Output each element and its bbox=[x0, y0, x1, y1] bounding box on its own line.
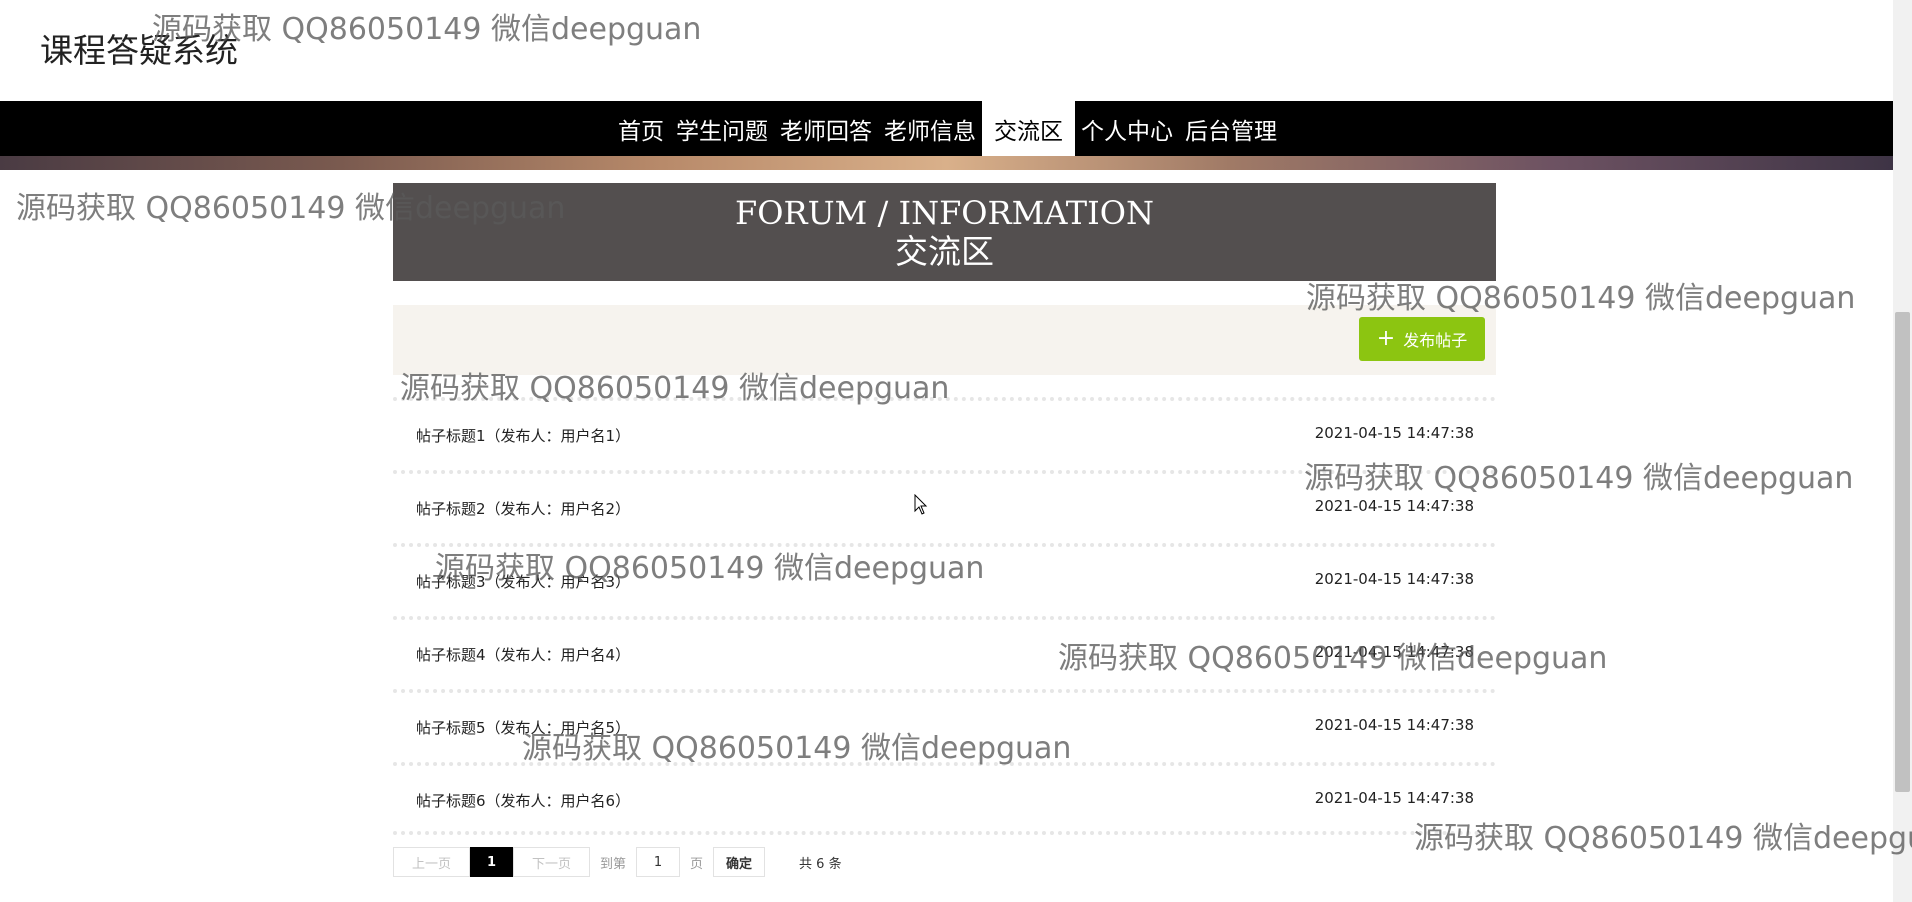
current-page-button[interactable]: 1 bbox=[470, 847, 513, 877]
post-title[interactable]: 帖子标题4（发布人：用户名4） bbox=[416, 644, 630, 665]
post-time: 2021-04-15 14:47:38 bbox=[1314, 570, 1474, 588]
prev-page-button[interactable]: 上一页 bbox=[393, 847, 470, 877]
post-row[interactable]: 帖子标题2（发布人：用户名2） 2021-04-15 14:47:38 bbox=[393, 470, 1496, 543]
post-time: 2021-04-15 14:47:38 bbox=[1314, 643, 1474, 661]
mouse-cursor-icon bbox=[914, 494, 928, 515]
forum-header: FORUM / INFORMATION 交流区 bbox=[393, 183, 1496, 281]
post-title[interactable]: 帖子标题3（发布人：用户名3） bbox=[416, 571, 630, 592]
scrollbar-thumb[interactable] bbox=[1895, 312, 1910, 792]
post-title[interactable]: 帖子标题1（发布人：用户名1） bbox=[416, 425, 630, 446]
goto-label: 到第 bbox=[600, 856, 627, 872]
nav-item-teacher-info[interactable]: 老师信息 bbox=[878, 101, 982, 156]
publish-post-label: 发布帖子 bbox=[1403, 331, 1468, 350]
banner-image bbox=[0, 156, 1893, 170]
total-count: 共 6 条 bbox=[799, 856, 842, 872]
goto-confirm-button[interactable]: 确定 bbox=[713, 847, 766, 877]
nav-item-forum[interactable]: 交流区 bbox=[982, 101, 1075, 156]
post-time: 2021-04-15 14:47:38 bbox=[1314, 424, 1474, 442]
nav-item-personal-center[interactable]: 个人中心 bbox=[1075, 101, 1179, 156]
page-unit-label: 页 bbox=[690, 856, 704, 872]
post-time: 2021-04-15 14:47:38 bbox=[1314, 789, 1474, 807]
forum-heading-en: FORUM / INFORMATION bbox=[735, 194, 1154, 232]
pagination: 上一页 1 下一页 到第 页 确定 共 6 条 bbox=[393, 846, 842, 878]
publish-post-button[interactable]: + 发布帖子 bbox=[1359, 317, 1485, 361]
next-page-button[interactable]: 下一页 bbox=[513, 847, 590, 877]
nav-item-student-questions[interactable]: 学生问题 bbox=[670, 101, 774, 156]
post-row[interactable]: 帖子标题4（发布人：用户名4） 2021-04-15 14:47:38 bbox=[393, 616, 1496, 689]
goto-page-input[interactable] bbox=[636, 847, 681, 877]
post-title[interactable]: 帖子标题5（发布人：用户名5） bbox=[416, 717, 630, 738]
nav-item-admin[interactable]: 后台管理 bbox=[1179, 101, 1283, 156]
post-row[interactable]: 帖子标题3（发布人：用户名3） 2021-04-15 14:47:38 bbox=[393, 543, 1496, 616]
nav-item-home[interactable]: 首页 bbox=[612, 101, 670, 156]
post-title[interactable]: 帖子标题6（发布人：用户名6） bbox=[416, 790, 630, 811]
post-title[interactable]: 帖子标题2（发布人：用户名2） bbox=[416, 498, 630, 519]
scrollbar[interactable] bbox=[1893, 0, 1912, 902]
nav-item-teacher-answers[interactable]: 老师回答 bbox=[774, 101, 878, 156]
post-row[interactable]: 帖子标题1（发布人：用户名1） 2021-04-15 14:47:38 bbox=[393, 397, 1496, 470]
post-row[interactable]: 帖子标题5（发布人：用户名5） 2021-04-15 14:47:38 bbox=[393, 689, 1496, 762]
post-time: 2021-04-15 14:47:38 bbox=[1314, 716, 1474, 734]
forum-toolbar: + 发布帖子 bbox=[393, 305, 1496, 375]
post-row[interactable]: 帖子标题6（发布人：用户名6） 2021-04-15 14:47:38 bbox=[393, 762, 1496, 835]
post-list: 帖子标题1（发布人：用户名1） 2021-04-15 14:47:38 帖子标题… bbox=[393, 397, 1496, 835]
nav-menu: 首页 学生问题 老师回答 老师信息 交流区 个人中心 后台管理 bbox=[612, 101, 1283, 156]
post-time: 2021-04-15 14:47:38 bbox=[1314, 497, 1474, 515]
site-title: 课程答疑系统 bbox=[40, 31, 238, 70]
plus-icon: + bbox=[1376, 326, 1396, 351]
forum-heading-cn: 交流区 bbox=[895, 232, 994, 271]
